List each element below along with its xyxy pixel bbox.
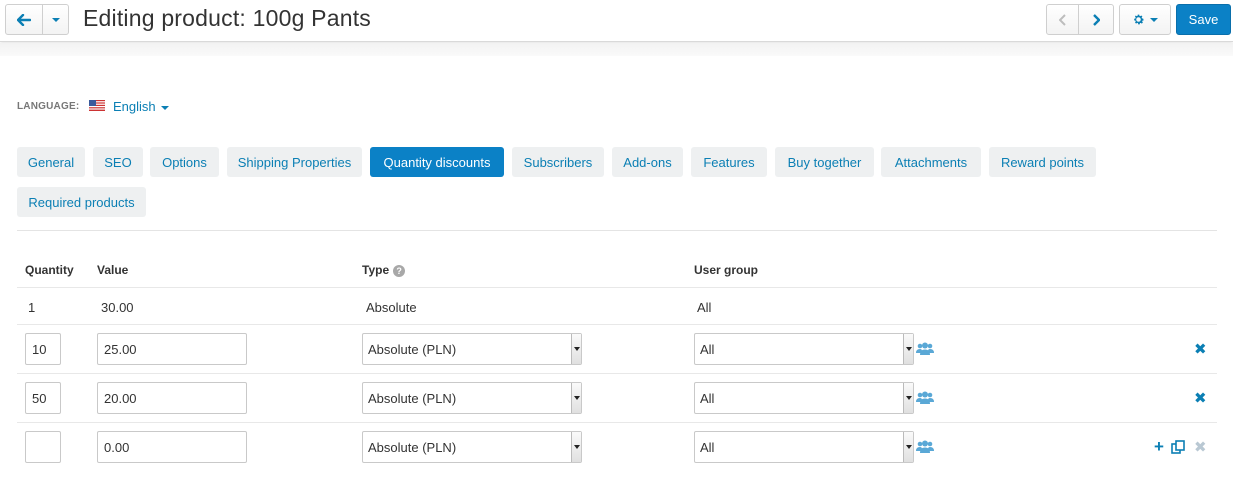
tab-quantity-discounts[interactable]: Quantity discounts xyxy=(370,147,504,177)
select-arrow-icon xyxy=(571,334,581,364)
caret-down-icon xyxy=(51,17,60,22)
quantity-input[interactable]: 10 xyxy=(25,333,61,365)
tab-reward-points[interactable]: Reward points xyxy=(989,147,1096,177)
plus-icon[interactable]: + xyxy=(1154,438,1164,455)
us-flag-icon xyxy=(89,100,105,111)
language-value: English xyxy=(113,99,156,114)
user-group-select-value: All xyxy=(700,390,715,406)
tab-add-ons[interactable]: Add-ons xyxy=(612,147,683,177)
column-header-type-label: Type xyxy=(362,263,390,277)
type-select-value: Absolute (PLN) xyxy=(368,341,457,357)
caret-down-icon xyxy=(160,105,169,110)
header-shadow-band xyxy=(0,43,1233,56)
language-selector[interactable]: English xyxy=(113,99,169,114)
users-icon[interactable] xyxy=(916,391,934,405)
chevron-left-icon xyxy=(1058,13,1066,26)
user-group-select-value: All xyxy=(700,439,715,455)
users-icon[interactable] xyxy=(916,440,934,454)
static-type: Absolute xyxy=(366,300,417,315)
users-icon[interactable] xyxy=(916,342,934,356)
type-select-value: Absolute (PLN) xyxy=(368,390,457,406)
row-divider xyxy=(17,373,1217,374)
quantity-input[interactable]: 50 xyxy=(25,382,61,414)
settings-dropdown-button[interactable] xyxy=(1119,4,1171,35)
top-toolbar: Editing product: 100g Pants Save xyxy=(0,0,1233,42)
remove-icon: ✖ xyxy=(1194,439,1207,456)
select-arrow-icon xyxy=(571,432,581,462)
type-select-value: Absolute (PLN) xyxy=(368,439,457,455)
static-quantity: 1 xyxy=(28,300,36,315)
select-arrow-icon xyxy=(571,383,581,413)
gear-icon xyxy=(1134,14,1144,25)
question-circle-icon[interactable]: ? xyxy=(393,265,406,277)
save-button[interactable]: Save xyxy=(1176,4,1231,35)
static-user-group: All xyxy=(697,300,712,315)
column-header-user-group: User group xyxy=(694,263,759,277)
value-input[interactable]: 20.00 xyxy=(97,382,247,414)
language-label: LANGUAGE: xyxy=(17,101,80,112)
column-header-quantity: Quantity xyxy=(25,263,74,277)
tab-shipping-properties[interactable]: Shipping Properties xyxy=(227,147,362,177)
user-group-select[interactable]: All xyxy=(694,431,914,463)
value-input[interactable]: 25.00 xyxy=(97,333,247,365)
column-header-type: Type? xyxy=(362,263,406,277)
quantity-input[interactable] xyxy=(25,431,61,463)
row-divider xyxy=(17,422,1217,423)
tab-seo[interactable]: SEO xyxy=(93,147,143,177)
user-group-select-value: All xyxy=(700,341,715,357)
back-dropdown-button[interactable] xyxy=(42,4,69,35)
static-value: 30.00 xyxy=(101,300,134,315)
select-arrow-icon xyxy=(903,334,913,364)
page-title: Editing product: 100g Pants xyxy=(83,5,371,31)
user-group-select[interactable]: All xyxy=(694,333,914,365)
back-button[interactable] xyxy=(5,4,43,35)
tabs-divider xyxy=(17,230,1217,231)
column-header-value: Value xyxy=(97,263,129,277)
tab-attachments[interactable]: Attachments xyxy=(881,147,981,177)
previous-product-button[interactable] xyxy=(1046,4,1079,35)
tab-buy-together[interactable]: Buy together xyxy=(775,147,874,177)
tab-features[interactable]: Features xyxy=(691,147,767,177)
row-divider xyxy=(17,287,1217,288)
user-group-select[interactable]: All xyxy=(694,382,914,414)
value-input[interactable]: 0.00 xyxy=(97,431,247,463)
chevron-right-icon xyxy=(1093,13,1100,26)
tab-required-products[interactable]: Required products xyxy=(17,187,146,217)
row-divider xyxy=(17,324,1217,325)
tab-options[interactable]: Options xyxy=(150,147,219,177)
remove-icon[interactable]: ✖ xyxy=(1194,342,1207,357)
next-product-button[interactable] xyxy=(1078,4,1114,35)
tab-general[interactable]: General xyxy=(17,147,85,177)
type-select[interactable]: Absolute (PLN) xyxy=(362,333,582,365)
type-select[interactable]: Absolute (PLN) xyxy=(362,382,582,414)
caret-down-icon xyxy=(1150,17,1158,22)
clone-icon[interactable] xyxy=(1171,440,1185,454)
select-arrow-icon xyxy=(903,432,913,462)
tab-subscribers[interactable]: Subscribers xyxy=(512,147,604,177)
remove-icon[interactable]: ✖ xyxy=(1194,391,1207,406)
type-select[interactable]: Absolute (PLN) xyxy=(362,431,582,463)
arrow-left-icon xyxy=(17,13,31,26)
select-arrow-icon xyxy=(903,383,913,413)
